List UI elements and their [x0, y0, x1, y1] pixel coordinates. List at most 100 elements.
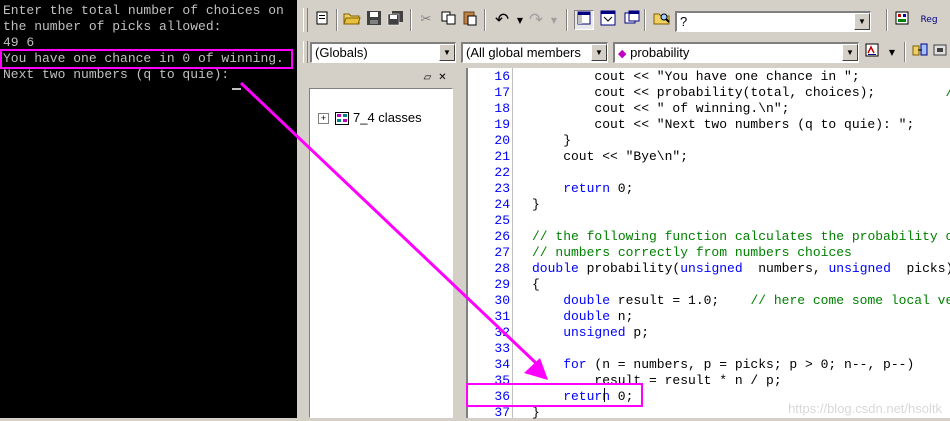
chevron-down-icon[interactable]: ▼: [591, 44, 607, 61]
restore-icon[interactable]: ▱: [422, 73, 433, 84]
code-keyword: for: [563, 357, 587, 372]
function-icon: ◆: [618, 48, 627, 60]
code-token: (n = numbers, p = picks; p > 0; n--, p--…: [586, 357, 915, 372]
chevron-down-icon[interactable]: ▼: [439, 44, 455, 61]
code-line: cout << "Next two numbers (q to quie): "…: [594, 117, 914, 133]
close-icon[interactable]: ✕: [437, 73, 448, 84]
line-number-gutter: 16 17 18 19 20 21 22 23 24 25 26 27 28 29 30 31 32 33 34 35…: [468, 68, 510, 420]
code-token: numbers,: [742, 261, 829, 276]
toolbar-separator: [410, 9, 412, 31]
copy-icon[interactable]: [439, 10, 459, 30]
code-line: cout << probability(total, choices); //: [594, 85, 950, 101]
expand-icon[interactable]: +: [318, 113, 329, 125]
save-all-icon[interactable]: [386, 10, 406, 30]
code-line: // the following function calculates the…: [532, 229, 950, 245]
workspace-header: ▱ ✕: [306, 70, 458, 88]
open-folder-icon[interactable]: [342, 10, 362, 30]
find-in-files-icon[interactable]: [652, 10, 672, 30]
code-comment: // here come some local ver: [750, 293, 950, 308]
code-line: }: [563, 133, 571, 149]
line-number: 32: [494, 325, 510, 340]
output-window-icon[interactable]: [598, 10, 618, 30]
class-folder-icon: [335, 112, 349, 126]
code-line: cout << "Bye\n";: [563, 149, 688, 165]
members-combo[interactable]: (All global members ▼: [461, 42, 608, 63]
redo-dropdown-icon[interactable]: ▼: [544, 11, 564, 31]
code-comment: //: [945, 85, 950, 100]
build-icon[interactable]: [910, 42, 930, 62]
members-combo-value: (All global members: [466, 45, 581, 60]
code-keyword: double: [563, 309, 610, 324]
code-line: double n;: [563, 309, 633, 325]
save-icon[interactable]: [364, 10, 384, 30]
undo-icon[interactable]: ↶: [492, 10, 512, 30]
line-number: 18: [494, 101, 510, 116]
code-token: cout << " of winning.\n";: [594, 101, 790, 116]
function-combo-value: probability: [630, 45, 690, 60]
code-token: cout << "Bye\n";: [563, 149, 689, 164]
console-window[interactable]: Enter the total number of choices on the…: [0, 0, 297, 418]
code-line: }: [532, 405, 540, 421]
console-line: the number of picks allowed:: [3, 19, 222, 34]
tree-item-label: 7_4 classes: [353, 110, 422, 125]
scope-combo-value: (Globals): [315, 45, 368, 60]
line-number: 19: [494, 117, 510, 132]
new-file-icon[interactable]: [312, 10, 332, 30]
code-keyword: return: [563, 181, 610, 196]
code-token: result = 1.0;: [610, 293, 751, 308]
ide-window: ✂ ↶ ▼ ↷ ▼ ? ▼ Reg (Globals) ▼ (All globa…: [300, 0, 950, 421]
toolbar-separator: [336, 9, 338, 31]
code-token: {: [532, 277, 540, 292]
gutter-divider: [512, 68, 513, 418]
find-combo[interactable]: ? ▼: [675, 11, 871, 32]
chevron-down-icon[interactable]: ▼: [854, 13, 870, 30]
line-number: 26: [494, 229, 510, 244]
line-number: 27: [494, 245, 510, 260]
line-number: 24: [494, 197, 510, 212]
console-line: Enter the total number of choices on: [3, 3, 284, 18]
window-list-icon[interactable]: [622, 10, 642, 30]
line-number: 21: [494, 149, 510, 164]
line-number: 31: [494, 309, 510, 324]
code-comment: // numbers correctly from numbers choice…: [532, 245, 852, 260]
resource-icon[interactable]: [892, 10, 912, 30]
workspace-toggle-icon[interactable]: [574, 10, 594, 30]
code-line: double result = 1.0; // here come some l…: [563, 293, 950, 309]
toolbar-grip[interactable]: [303, 41, 308, 63]
toolbar-separator: [904, 42, 906, 62]
code-token: }: [532, 197, 540, 212]
line-number: 22: [494, 165, 510, 180]
code-editor[interactable]: 16 17 18 19 20 21 22 23 24 25 26 27 28 29 30 31 32 33 34 35…: [466, 68, 950, 421]
paste-icon[interactable]: [460, 10, 480, 30]
toolbar-grip[interactable]: [303, 8, 308, 32]
wizard-action-dropdown-icon[interactable]: ▼: [882, 43, 902, 63]
code-token: 0;: [610, 181, 634, 196]
line-number: 17: [494, 85, 510, 100]
code-token: cout << "Next two numbers (q to quie): "…: [594, 117, 915, 132]
function-combo[interactable]: ◆ probability ▼: [613, 42, 859, 63]
line-number: 30: [494, 293, 510, 308]
wizardbar-toolbar: (Globals) ▼ (All global members ▼ ◆ prob…: [300, 40, 950, 66]
code-line: return 0;: [563, 181, 633, 197]
toolbar-separator: [886, 9, 888, 31]
tree-item-classes[interactable]: +7_4 classes: [318, 109, 422, 127]
line-number: 23: [494, 181, 510, 196]
code-line: // numbers correctly from numbers choice…: [532, 245, 852, 261]
redo-icon[interactable]: ↷: [526, 10, 546, 30]
registry-button[interactable]: Reg: [916, 10, 942, 30]
build-stop-icon[interactable]: [930, 42, 950, 62]
code-keyword: unsigned: [563, 325, 626, 340]
scope-combo[interactable]: (Globals) ▼: [310, 42, 456, 63]
chevron-down-icon[interactable]: ▼: [842, 44, 858, 61]
code-highlight-box: [466, 383, 643, 407]
code-token: cout << probability(total, choices);: [594, 85, 946, 100]
cut-icon[interactable]: ✂: [416, 10, 436, 30]
code-line: unsigned p;: [563, 325, 649, 341]
code-token: cout << "You have one chance in ";: [594, 69, 860, 84]
text-caret: [604, 388, 605, 402]
wizard-action-icon[interactable]: [862, 42, 882, 62]
find-combo-value: ?: [680, 14, 688, 29]
standard-toolbar: ✂ ↶ ▼ ↷ ▼ ? ▼ Reg: [300, 6, 950, 36]
code-line: for (n = numbers, p = picks; p > 0; n--,…: [563, 357, 914, 373]
code-token: n;: [610, 309, 634, 324]
